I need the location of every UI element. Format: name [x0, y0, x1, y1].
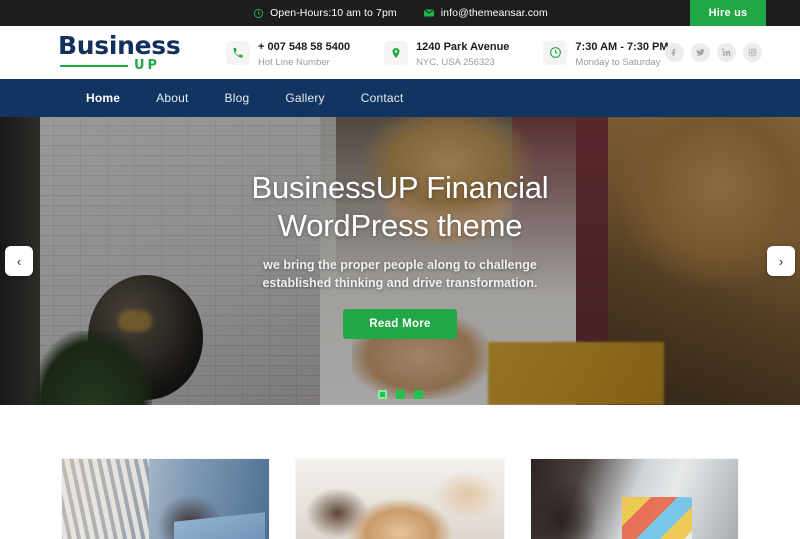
contact-address-title: 1240 Park Avenue [416, 41, 510, 54]
instagram-icon[interactable] [743, 43, 762, 62]
twitter-icon[interactable] [691, 43, 710, 62]
contact-phone-title: + 007 548 58 5400 [258, 41, 351, 54]
header-contact-group: + 007 548 58 5400 Hot Line Number 1240 P… [226, 36, 669, 69]
contact-hours-text: 7:30 AM - 7:30 PM Monday to Saturday [575, 36, 668, 69]
phone-icon [226, 40, 250, 65]
carousel-dot-2[interactable] [395, 390, 405, 399]
carousel-dot-1[interactable] [377, 390, 387, 399]
top-bar: Open-Hours:10 am to 7pm info@themeansar.… [0, 0, 800, 26]
hire-us-button[interactable]: Hire us [690, 0, 766, 26]
nav-item-about[interactable]: About [138, 91, 206, 105]
social-links [665, 43, 762, 62]
carousel-dot-3[interactable] [413, 390, 423, 399]
contact-hours-title: 7:30 AM - 7:30 PM [575, 41, 669, 54]
feature-card-image [530, 459, 738, 539]
contact-address-subtitle: NYC, USA 256323 [416, 57, 495, 69]
hero-title: BusinessUP Financial WordPress theme [251, 169, 549, 243]
contact-hours-subtitle: Monday to Saturday [575, 57, 661, 69]
linkedin-icon[interactable] [717, 43, 736, 62]
contact-hours: 7:30 AM - 7:30 PM Monday to Saturday [543, 36, 669, 69]
feature-card[interactable] [62, 459, 270, 539]
open-hours-info: Open-Hours:10 am to 7pm [252, 7, 397, 19]
feature-card-image [296, 459, 504, 539]
contact-phone-subtitle: Hot Line Number [258, 57, 330, 69]
contact-phone-text: + 007 548 58 5400 Hot Line Number [258, 36, 350, 69]
nav-item-home[interactable]: Home [68, 91, 138, 105]
contact-address: 1240 Park Avenue NYC, USA 256323 [384, 36, 509, 69]
main-navigation: Home About Blog Gallery Contact [0, 79, 800, 117]
carousel-next-arrow-icon[interactable]: › [767, 246, 795, 276]
logo-underline [60, 64, 128, 67]
nav-item-blog[interactable]: Blog [207, 91, 268, 105]
open-hours-text: Open-Hours:10 am to 7pm [270, 7, 397, 19]
contact-address-text: 1240 Park Avenue NYC, USA 256323 [416, 36, 509, 69]
logo-up-text: UP [134, 58, 161, 73]
email-info[interactable]: info@themeansar.com [423, 7, 548, 19]
mail-icon [423, 7, 435, 19]
email-text: info@themeansar.com [440, 7, 548, 19]
site-header: Business UP + 007 548 58 5400 Hot Line N… [0, 26, 800, 79]
hero-subtitle: we bring the proper people along to chal… [262, 257, 538, 291]
logo-sub-row: UP [58, 59, 214, 72]
feature-card[interactable] [296, 459, 504, 539]
clock-icon [543, 40, 568, 65]
contact-phone: + 007 548 58 5400 Hot Line Number [226, 36, 350, 69]
nav-item-contact[interactable]: Contact [343, 91, 422, 105]
hero-content: BusinessUP Financial WordPress theme we … [0, 117, 800, 405]
feature-card-image [62, 459, 270, 539]
hero-carousel: BusinessUP Financial WordPress theme we … [0, 117, 800, 405]
carousel-prev-arrow-icon[interactable]: ‹ [5, 246, 33, 276]
feature-card[interactable] [530, 459, 738, 539]
nav-list: Home About Blog Gallery Contact [68, 91, 422, 105]
site-logo[interactable]: Business UP [34, 33, 214, 72]
top-bar-info-group: Open-Hours:10 am to 7pm info@themeansar.… [0, 0, 800, 26]
facebook-icon[interactable] [665, 43, 684, 62]
feature-cards-section [0, 405, 800, 539]
location-pin-icon [384, 40, 409, 65]
logo-main-text: Business [58, 31, 181, 60]
read-more-button[interactable]: Read More [343, 309, 457, 340]
clock-icon [252, 7, 264, 19]
nav-item-gallery[interactable]: Gallery [267, 91, 342, 105]
carousel-dots [0, 390, 800, 399]
